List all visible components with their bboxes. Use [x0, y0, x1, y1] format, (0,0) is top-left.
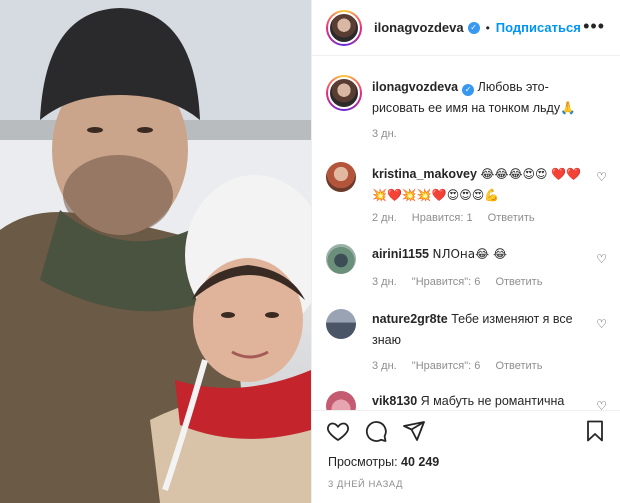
comment-likes[interactable]: "Нравится": 6 [412, 276, 481, 288]
comment-body: nature2gr8te Тебе изменяют я все знаю [372, 309, 586, 351]
caption-body: ilonagvozdeva ✓ Любовь это-рисовать ее им… [372, 77, 586, 119]
share-icon[interactable] [402, 419, 426, 443]
post-side-panel: ilonagvozdeva ✓ • Подписаться ••• ilonag… [311, 0, 620, 503]
small-heart-icon[interactable]: ♡ [596, 170, 607, 184]
caption-meta: 3 дн. [372, 128, 409, 140]
comment-text: NЛОна😂 😂 [432, 247, 507, 261]
follow-button[interactable]: Подписаться [496, 20, 581, 35]
views-label: Просмотры: [328, 455, 398, 469]
action-icons [326, 419, 426, 443]
separator-dot: • [485, 20, 490, 35]
comment-time[interactable]: 2 дн. [372, 212, 397, 224]
comment-time[interactable]: 3 дн. [372, 276, 397, 288]
reply-button[interactable]: Ответить [495, 360, 542, 372]
post-timestamp[interactable]: 3 ДНЕЙ НАЗАД [328, 479, 403, 490]
comment-meta: 2 дн. Нравится: 1 Ответить [372, 212, 547, 224]
comment-likes[interactable]: Нравится: 1 [412, 212, 473, 224]
small-heart-icon[interactable]: ♡ [596, 252, 607, 266]
like-heart-icon[interactable] [326, 419, 350, 443]
comment-body: vik8130 Я мабуть не романтична [372, 391, 586, 410]
commenter-avatar[interactable] [326, 244, 356, 274]
commenter-avatar[interactable] [326, 391, 356, 410]
commenter-avatar[interactable] [326, 162, 356, 192]
comment-icon[interactable] [364, 419, 388, 443]
comment-meta: 3 дн. "Нравится": 6 Ответить [372, 360, 554, 372]
comment-body: kristina_makovey 😂😂😂😍😍 ❤️❤️💥❤️💥💥❤️😍😍😍💪 [372, 164, 586, 206]
comment-text: Я мабуть не романтична [420, 394, 565, 408]
author-avatar[interactable] [326, 9, 362, 46]
comment-meta: 3 дн. "Нравится": 6 Ответить [372, 276, 554, 288]
comment-username[interactable]: airini1155 [372, 247, 429, 261]
views-number: 40 249 [401, 455, 440, 469]
post-photo[interactable] [0, 0, 311, 503]
caption-time[interactable]: 3 дн. [372, 128, 397, 140]
instagram-post: ilonagvozdeva ✓ • Подписаться ••• ilonag… [0, 0, 620, 503]
comment-username[interactable]: nature2gr8te [372, 312, 448, 326]
more-options-icon[interactable]: ••• [583, 16, 605, 37]
reply-button[interactable]: Ответить [488, 212, 535, 224]
action-bar: Просмотры: 40 249 3 ДНЕЙ НАЗАД [312, 410, 620, 503]
photo-illustration [0, 0, 311, 503]
author-username[interactable]: ilonagvozdeva [374, 20, 464, 35]
commenter-avatar[interactable] [326, 309, 356, 339]
comment-body: airini1155 NЛОна😂 😂 [372, 244, 586, 265]
caption-username[interactable]: ilonagvozdeva [372, 80, 458, 94]
comment-username[interactable]: vik8130 [372, 394, 417, 408]
caption-avatar[interactable] [326, 75, 362, 111]
verified-icon: ✓ [462, 84, 475, 96]
comment-likes[interactable]: "Нравится": 6 [412, 360, 481, 372]
verified-icon: ✓ [467, 21, 480, 34]
comment-username[interactable]: kristina_makovey [372, 167, 477, 181]
bookmark-icon[interactable] [583, 419, 607, 443]
comment-time[interactable]: 3 дн. [372, 360, 397, 372]
small-heart-icon[interactable]: ♡ [596, 399, 607, 410]
comments-list[interactable]: ilonagvozdeva ✓ Любовь это-рисовать ее им… [312, 57, 620, 410]
reply-button[interactable]: Ответить [495, 276, 542, 288]
post-header: ilonagvozdeva ✓ • Подписаться ••• [312, 0, 620, 56]
views-count: Просмотры: 40 249 [328, 455, 439, 469]
small-heart-icon[interactable]: ♡ [596, 317, 607, 331]
